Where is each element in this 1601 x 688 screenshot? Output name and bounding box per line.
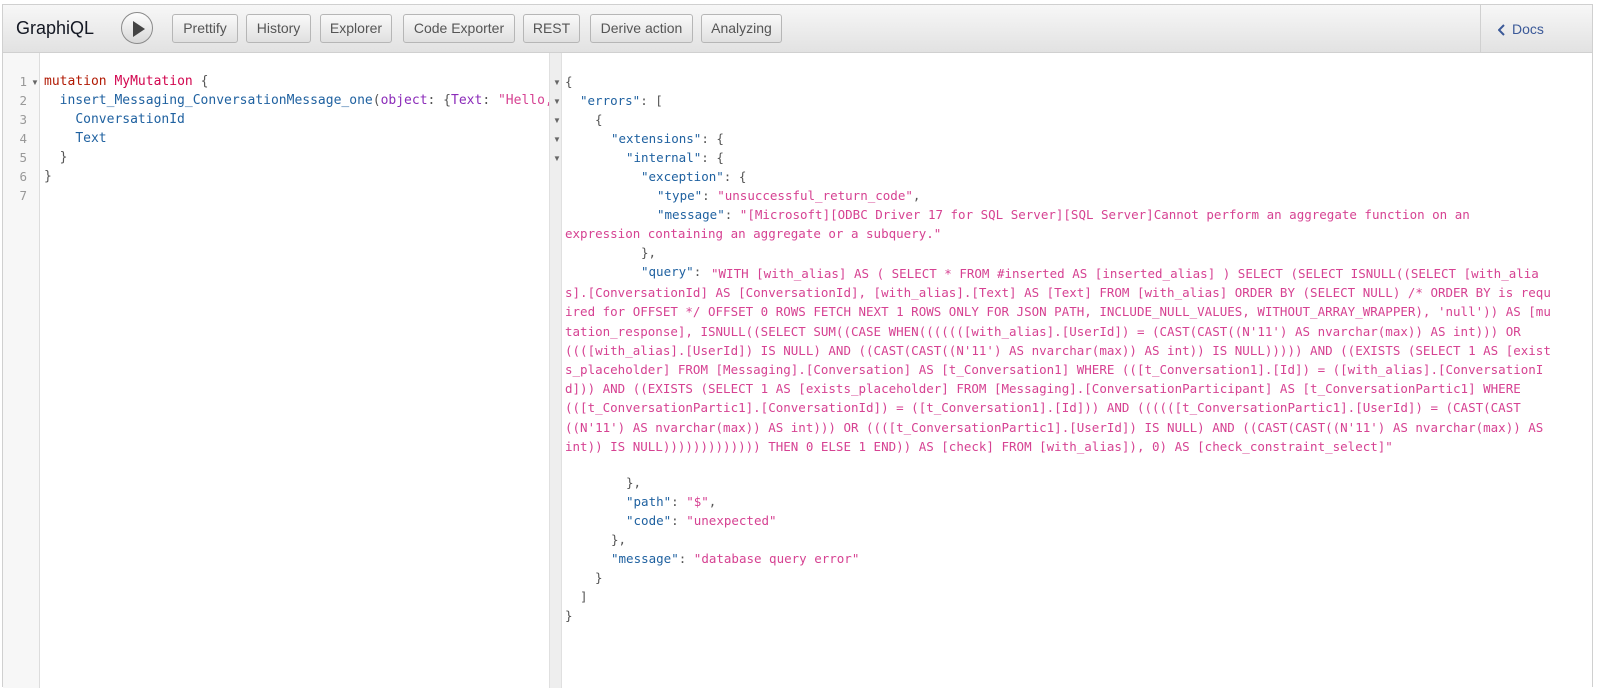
- editor-divider[interactable]: [549, 53, 562, 688]
- operation-name: MyMutation: [114, 74, 193, 89]
- json-line: "message": "database query error": [611, 551, 860, 566]
- json-value: "unexpected": [686, 513, 777, 528]
- punctuation: {: [200, 74, 209, 89]
- json-value: "unsuccessful_return_code": [717, 188, 913, 203]
- json-line: }: [595, 570, 603, 585]
- json-key: "errors": [580, 93, 641, 108]
- punctuation: }: [59, 150, 68, 165]
- json-line: {: [565, 74, 573, 89]
- docs-button[interactable]: Docs: [1480, 5, 1592, 52]
- string-value: "Hello,: [497, 93, 553, 108]
- code-line-4: Text: [44, 131, 107, 146]
- prettify-button[interactable]: Prettify: [172, 14, 238, 43]
- field-name: ConversationId: [75, 112, 185, 127]
- punctuation: : {: [427, 93, 452, 108]
- code-line-3: ConversationId: [44, 112, 185, 127]
- json-key: "message": [657, 207, 725, 222]
- json-line: "extensions": {: [611, 131, 724, 146]
- json-line: ]: [580, 589, 588, 604]
- code-line-6: }: [44, 169, 52, 184]
- json-line: "type": "unsuccessful_return_code",: [657, 188, 921, 203]
- json-line: "exception": {: [641, 169, 747, 184]
- json-key: "type": [657, 188, 703, 203]
- keyword: mutation: [44, 74, 107, 89]
- punctuation: }: [44, 169, 52, 184]
- json-key: "internal": [626, 150, 702, 165]
- graphiql-window: GraphiQL Prettify History Explorer Code …: [2, 4, 1593, 688]
- json-line: "errors": [: [580, 93, 663, 108]
- json-value: "database query error": [693, 551, 860, 566]
- history-button[interactable]: History: [246, 14, 311, 43]
- json-key: "exception": [641, 169, 724, 184]
- play-icon: [133, 21, 145, 37]
- object-key: Text: [451, 93, 483, 108]
- code-line-2: insert_Messaging_ConversationMessage_one…: [44, 93, 553, 108]
- query-editor[interactable]: 1 ▼ 2 3 4 5 6 7 mutation MyMutation { in…: [3, 53, 553, 688]
- app-title: GraphiQL: [16, 18, 95, 38]
- json-line: }: [565, 608, 573, 623]
- line-number: 7: [19, 188, 27, 203]
- fold-arrow-icon[interactable]: ▼: [553, 78, 561, 87]
- json-line: },: [611, 532, 627, 547]
- explorer-button[interactable]: Explorer: [320, 14, 392, 43]
- json-key: "code": [626, 513, 672, 528]
- fold-arrow-icon[interactable]: ▼: [553, 135, 561, 144]
- line-number: 1: [19, 74, 27, 89]
- argument-name: object: [380, 93, 428, 108]
- derive-action-button[interactable]: Derive action: [590, 14, 693, 43]
- toolbar: GraphiQL Prettify History Explorer Code …: [3, 5, 1592, 53]
- docs-label: Docs: [1512, 21, 1544, 37]
- punctuation: (: [372, 93, 381, 108]
- line-number: 2: [19, 93, 27, 108]
- punctuation: :: [482, 93, 498, 108]
- code-line-5: }: [44, 150, 68, 165]
- json-value: "[Microsoft][ODBC Driver 17 for SQL Serv…: [739, 207, 1470, 222]
- json-key: "path": [626, 494, 672, 509]
- json-value-continuation: expression containing an aggregate or a …: [565, 226, 942, 241]
- field-name: Text: [75, 131, 107, 146]
- json-line: "internal": {: [626, 150, 724, 165]
- result-viewer: { "errors": [ { "extensions": { "interna…: [565, 53, 1592, 688]
- json-key: "message": [611, 551, 679, 566]
- code-line-1: mutation MyMutation {: [44, 74, 208, 89]
- line-number: 4: [19, 131, 27, 146]
- query-value: "WITH [with_alias] AS ( SELECT * FROM #i…: [565, 266, 1551, 454]
- json-line: },: [641, 245, 657, 260]
- fold-arrow-icon[interactable]: ▼: [31, 78, 39, 87]
- fold-arrow-icon[interactable]: ▼: [553, 97, 561, 106]
- rest-button[interactable]: REST: [523, 14, 580, 43]
- line-number: 3: [19, 112, 27, 127]
- line-number: 6: [19, 169, 27, 184]
- json-key: "extensions": [611, 131, 702, 146]
- code-exporter-button[interactable]: Code Exporter: [403, 14, 515, 43]
- chevron-left-icon: [1498, 24, 1505, 36]
- json-line: {: [595, 112, 603, 127]
- json-value: "$": [686, 494, 709, 509]
- json-line: "path": "$",: [626, 494, 717, 509]
- punctuation: : [: [640, 93, 663, 108]
- field-name: insert_Messaging_ConversationMessage_one: [59, 93, 373, 108]
- json-line: "message": "[Microsoft][ODBC Driver 17 f…: [657, 207, 1470, 222]
- line-number: 5: [19, 150, 27, 165]
- analyzing-button[interactable]: Analyzing: [701, 14, 782, 43]
- execute-button[interactable]: [121, 12, 153, 44]
- fold-arrow-icon[interactable]: ▼: [553, 154, 561, 163]
- line-gutter: 1 ▼ 2 3 4 5 6 7: [3, 53, 40, 688]
- json-line: "code": "unexpected": [626, 513, 777, 528]
- fold-arrow-icon[interactable]: ▼: [553, 116, 561, 125]
- json-line: },: [626, 475, 642, 490]
